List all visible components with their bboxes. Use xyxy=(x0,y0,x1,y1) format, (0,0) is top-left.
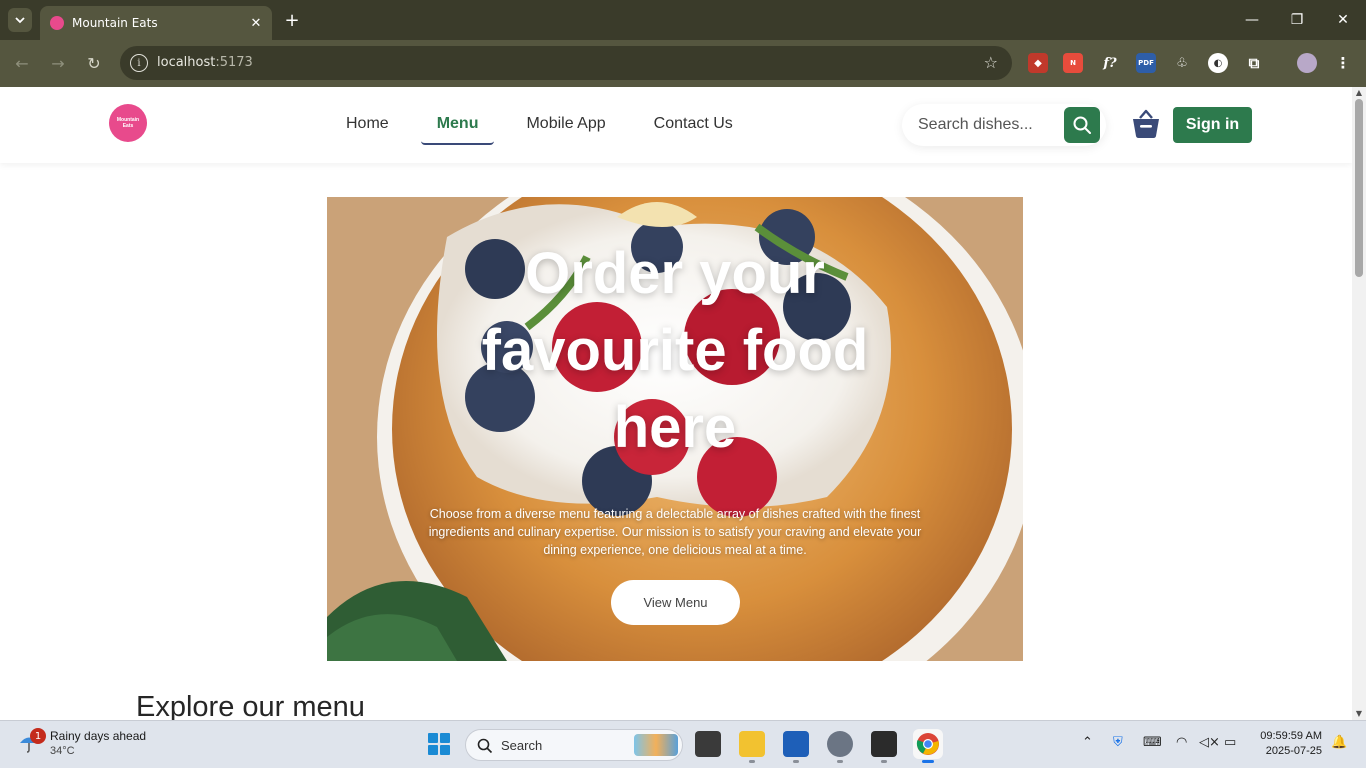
file-explorer-icon[interactable] xyxy=(739,731,765,757)
tray-overflow-chevron-icon[interactable]: ⌃ xyxy=(1082,735,1093,750)
site-info-icon[interactable]: i xyxy=(130,54,148,72)
reload-icon[interactable]: ↻ xyxy=(82,51,106,75)
running-indicator xyxy=(793,760,799,763)
windows-start-icon[interactable] xyxy=(428,733,450,755)
search-button[interactable] xyxy=(1064,107,1100,143)
weather-badge: 1 xyxy=(30,728,46,744)
forward-arrow-icon[interactable]: → xyxy=(46,51,70,75)
page-viewport: Mountain Eats Home Menu Mobile App Conta… xyxy=(0,87,1352,720)
search-bar xyxy=(902,104,1106,146)
minimize-window-icon[interactable]: — xyxy=(1240,8,1264,32)
keyboard-icon[interactable]: ⌨ xyxy=(1143,735,1162,750)
search-highlight-image xyxy=(634,734,678,756)
clock-date: 2025-07-25 xyxy=(1265,745,1322,757)
tab-title: Mountain Eats xyxy=(72,16,158,30)
chrome-icon xyxy=(916,733,939,755)
profile-avatar[interactable] xyxy=(1297,53,1317,73)
extension-shell-icon[interactable]: ♧ xyxy=(1172,53,1192,73)
weather-widget[interactable]: 1 Rainy days ahead 34°C xyxy=(18,728,147,757)
extension-pdf-icon[interactable]: PDF xyxy=(1136,53,1156,73)
browser-menu-icon[interactable]: ⋮ xyxy=(1333,53,1353,73)
running-indicator xyxy=(837,760,843,763)
volume-muted-icon[interactable]: ◁× xyxy=(1199,735,1220,750)
scroll-down-arrow-icon[interactable]: ▼ xyxy=(1354,710,1364,718)
hero-description: Choose from a diverse menu featuring a d… xyxy=(428,507,922,557)
hero-title: Order your favourite food here xyxy=(481,241,869,460)
new-tab-button[interactable]: + xyxy=(282,10,302,31)
running-indicator xyxy=(749,760,755,763)
url-port: :5173 xyxy=(215,55,253,70)
windows-taskbar: 1 Rainy days ahead 34°C Search ⌃ ⛨ ⌨ ◠ ◁… xyxy=(0,720,1366,768)
close-window-icon[interactable]: ✕ xyxy=(1331,8,1355,32)
page-scrollbar[interactable]: ▲ ▼ xyxy=(1352,87,1366,720)
site-favicon-icon xyxy=(50,16,64,30)
extension-formula-icon[interactable]: f? xyxy=(1100,53,1120,73)
notification-bell-icon[interactable]: 🔔 xyxy=(1331,735,1347,750)
bookmark-star-icon[interactable]: ☆ xyxy=(984,53,998,72)
nav-contact-us[interactable]: Contact Us xyxy=(638,109,749,145)
chevron-down-icon xyxy=(15,17,25,24)
weather-temperature: 34°C xyxy=(50,745,75,757)
search-icon xyxy=(1073,116,1091,134)
umbrella-icon: 1 xyxy=(18,728,46,754)
extension-new-icon[interactable]: N xyxy=(1063,53,1083,73)
explore-menu-heading: Explore our menu xyxy=(136,691,365,720)
search-icon xyxy=(477,738,493,754)
site-header: Mountain Eats Home Menu Mobile App Conta… xyxy=(0,87,1352,163)
nav-home[interactable]: Home xyxy=(330,109,405,145)
basket-icon[interactable] xyxy=(1130,108,1162,140)
main-nav: Home Menu Mobile App Contact Us xyxy=(330,109,765,145)
nav-mobile-app[interactable]: Mobile App xyxy=(510,109,621,145)
browser-toolbar: ← → ↻ i localhost:5173 ☆ ◆ N f? PDF ♧ ◐ … xyxy=(0,40,1366,87)
wifi-icon[interactable]: ◠ xyxy=(1176,735,1187,750)
extension-red-icon[interactable]: ◆ xyxy=(1028,53,1048,73)
restore-window-icon[interactable]: ❐ xyxy=(1285,8,1309,32)
defender-shield-icon[interactable]: ⛨ xyxy=(1113,735,1123,750)
active-indicator xyxy=(922,760,934,763)
settings-gear-icon[interactable] xyxy=(827,731,853,757)
view-menu-button[interactable]: View Menu xyxy=(611,580,740,625)
taskbar-search-label: Search xyxy=(501,738,543,753)
browser-tab-active[interactable]: Mountain Eats ✕ xyxy=(40,6,272,40)
nav-menu[interactable]: Menu xyxy=(420,109,495,145)
chrome-active-tile[interactable] xyxy=(913,729,943,759)
clock-time: 09:59:59 AM xyxy=(1260,730,1322,742)
taskbar-clock[interactable]: 09:59:59 AM 2025-07-25 xyxy=(1252,729,1322,759)
taskbar-search[interactable]: Search xyxy=(465,729,683,761)
browser-tabstrip: Mountain Eats ✕ + — ❐ ✕ xyxy=(0,0,1366,40)
extensions-puzzle-icon[interactable]: ⧉ xyxy=(1244,53,1264,73)
extension-circle-icon[interactable]: ◐ xyxy=(1208,53,1228,73)
hero-banner: Order your favourite food here Choose fr… xyxy=(327,197,1023,661)
battery-icon[interactable]: ▭ xyxy=(1224,735,1236,750)
address-bar[interactable]: i localhost:5173 ☆ xyxy=(120,46,1012,80)
search-input[interactable] xyxy=(918,113,1058,137)
weather-title: Rainy days ahead xyxy=(50,729,147,743)
site-logo[interactable]: Mountain Eats xyxy=(109,104,147,142)
task-view-icon[interactable] xyxy=(695,731,721,757)
terminal-icon[interactable] xyxy=(871,731,897,757)
url-host: localhost xyxy=(157,55,216,70)
logo-text-line2: Eats xyxy=(122,123,134,129)
close-tab-icon[interactable]: ✕ xyxy=(248,15,264,31)
tab-search-button[interactable] xyxy=(8,8,32,32)
word-icon[interactable] xyxy=(783,731,809,757)
back-arrow-icon[interactable]: ← xyxy=(10,51,34,75)
scroll-thumb[interactable] xyxy=(1355,99,1363,277)
address-url[interactable]: localhost:5173 xyxy=(157,55,253,70)
running-indicator xyxy=(881,760,887,763)
scroll-up-arrow-icon[interactable]: ▲ xyxy=(1354,89,1364,97)
sign-in-button[interactable]: Sign in xyxy=(1173,107,1252,143)
